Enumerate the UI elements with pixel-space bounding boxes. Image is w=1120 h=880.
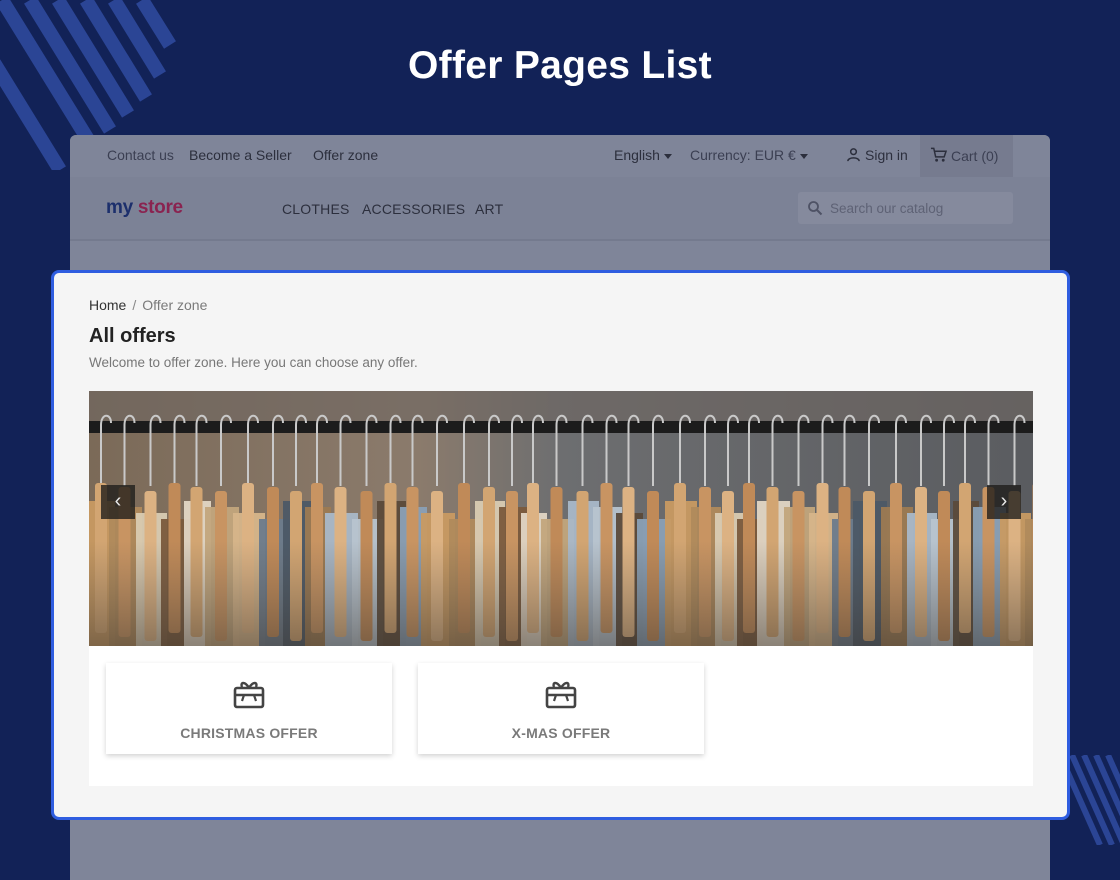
cart-label: Cart (0): [951, 148, 999, 164]
breadcrumb: Home / Offer zone: [89, 297, 207, 313]
offer-list: CHRISTMAS OFFER X-MAS OFFER: [89, 646, 1033, 786]
page-subtitle: Welcome to offer zone. Here you can choo…: [89, 355, 418, 370]
cart-button[interactable]: Cart (0): [920, 135, 1013, 177]
chevron-down-icon: [799, 153, 808, 159]
carousel-next-button[interactable]: ›: [987, 485, 1021, 519]
gift-card-icon: [233, 681, 265, 709]
breadcrumb-separator: /: [132, 297, 137, 313]
store-logo[interactable]: my store: [106, 197, 183, 219]
search-icon: [808, 201, 823, 216]
cart-icon: [930, 147, 948, 162]
cart-link: Cart (0): [930, 147, 998, 164]
offer-card-xmas[interactable]: X-MAS OFFER: [418, 663, 704, 754]
offer-carousel[interactable]: ‹ ›: [89, 391, 1033, 646]
sign-in-link[interactable]: Sign in: [846, 147, 908, 163]
offer-card-christmas[interactable]: CHRISTMAS OFFER: [106, 663, 392, 754]
language-value: English: [614, 147, 660, 163]
currency-value: Currency: EUR €: [690, 147, 796, 163]
offer-zone-panel: Home / Offer zone All offers Welcome to of…: [51, 270, 1070, 820]
clothes-rack-image: [89, 391, 1033, 646]
search-placeholder: Search our catalog: [830, 201, 944, 216]
logo-part-1: my: [106, 197, 133, 218]
nav-clothes[interactable]: CLOTHES: [282, 201, 350, 217]
store-navbar: my store CLOTHES ACCESSORIES ART Search …: [70, 177, 1050, 241]
offer-zone-link[interactable]: Offer zone: [313, 147, 378, 163]
offer-label: CHRISTMAS OFFER: [180, 725, 318, 741]
store-topbar: Contact us Become a Seller Offer zone En…: [70, 135, 1050, 177]
nav-accessories[interactable]: ACCESSORIES: [362, 201, 465, 217]
sign-in-label: Sign in: [865, 147, 908, 163]
chevron-down-icon: [663, 153, 672, 159]
breadcrumb-current: Offer zone: [142, 297, 208, 313]
become-seller-link[interactable]: Become a Seller: [189, 147, 292, 163]
offer-label: X-MAS OFFER: [511, 725, 611, 741]
search-input[interactable]: Search our catalog: [798, 192, 1013, 224]
user-icon: [847, 148, 860, 162]
gift-card-icon: [545, 681, 577, 709]
breadcrumb-home[interactable]: Home: [89, 297, 126, 313]
logo-part-2: store: [137, 197, 183, 218]
page-title: All offers: [89, 325, 176, 347]
language-selector[interactable]: English: [614, 147, 672, 163]
page-heading: Offer Pages List: [408, 44, 712, 87]
contact-us-link[interactable]: Contact us: [107, 147, 174, 163]
currency-selector[interactable]: Currency: EUR €: [690, 147, 808, 163]
nav-art[interactable]: ART: [475, 201, 503, 217]
carousel-prev-button[interactable]: ‹: [101, 485, 135, 519]
